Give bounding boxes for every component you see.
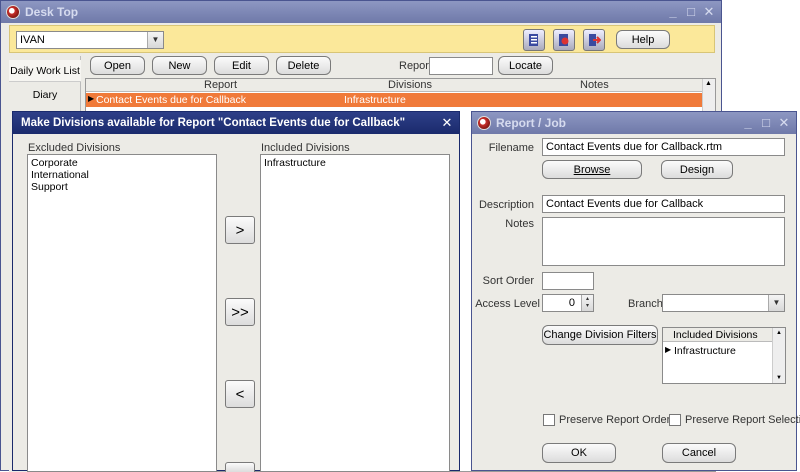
- preserve-report-order-checkbox[interactable]: [543, 414, 555, 426]
- excluded-divisions-list[interactable]: Corporate International Support: [27, 154, 217, 472]
- col-notes[interactable]: Notes: [580, 79, 609, 91]
- sort-order-field[interactable]: [542, 272, 594, 290]
- user-select[interactable]: IVAN ▼: [16, 31, 164, 49]
- row-report: Contact Events due for Callback: [96, 94, 246, 106]
- divisions-dialog: Make Divisions available for Report "Con…: [12, 111, 460, 472]
- col-divisions[interactable]: Divisions: [388, 79, 432, 91]
- chevron-down-icon[interactable]: ▼: [768, 295, 784, 311]
- chevron-down-icon[interactable]: ▼: [147, 32, 163, 48]
- col-report[interactable]: Report: [204, 79, 237, 91]
- report-job-titlebar[interactable]: Report / Job _ □ ✕: [472, 112, 796, 134]
- scroll-up-icon[interactable]: ▲: [705, 80, 712, 87]
- close-icon[interactable]: ✕: [778, 116, 790, 129]
- app-logo-icon: [477, 116, 491, 130]
- notes-field[interactable]: [542, 217, 785, 266]
- spin-icon[interactable]: ▴ ▾: [581, 295, 593, 311]
- list-item[interactable]: Infrastructure: [264, 157, 446, 169]
- preserve-report-selection-checkbox[interactable]: [669, 414, 681, 426]
- list-item[interactable]: Corporate: [31, 157, 213, 169]
- design-button[interactable]: Design: [661, 160, 733, 179]
- report-search-label: Report: [399, 60, 433, 72]
- table-row[interactable]: ▶ Infrastructure: [663, 344, 773, 358]
- divisions-titlebar[interactable]: Make Divisions available for Report "Con…: [13, 112, 459, 134]
- tab-daily-work-list[interactable]: Daily Work List: [9, 60, 81, 82]
- maximize-icon[interactable]: □: [685, 5, 697, 18]
- scroll-down-icon[interactable]: ▼: [776, 375, 782, 381]
- browse-button[interactable]: Browse: [542, 160, 642, 179]
- maximize-icon[interactable]: □: [760, 116, 772, 129]
- report-icon[interactable]: [553, 29, 575, 51]
- app-logo-icon: [6, 5, 20, 19]
- list-item[interactable]: Support: [31, 181, 213, 193]
- divisions-title: Make Divisions available for Report "Con…: [21, 117, 406, 129]
- access-level-label: Access Level: [475, 298, 540, 310]
- move-right-button[interactable]: >: [225, 216, 255, 244]
- minimize-icon[interactable]: _: [742, 116, 754, 129]
- report-job-dialog: Report / Job _ □ ✕ Filename Contact Even…: [471, 111, 800, 471]
- row-divisions: Infrastructure: [344, 94, 406, 106]
- tab-diary[interactable]: Diary: [9, 84, 81, 106]
- description-field[interactable]: Contact Events due for Callback: [542, 195, 785, 213]
- list-item[interactable]: International: [31, 169, 213, 181]
- branch-label: Branch: [628, 298, 663, 310]
- new-button[interactable]: New: [152, 56, 207, 75]
- included-divisions-label: Included Divisions: [261, 142, 350, 154]
- row-pointer-icon: ▶: [665, 345, 672, 354]
- edit-button[interactable]: Edit: [214, 56, 269, 75]
- preserve-report-selection-label: Preserve Report Selection: [685, 414, 800, 426]
- notes-label: Notes: [505, 218, 534, 230]
- close-icon[interactable]: ✕: [441, 116, 453, 129]
- grid-header: Report Divisions Notes: [86, 79, 703, 92]
- included-divisions-header[interactable]: Included Divisions: [663, 328, 773, 342]
- ledger-icon[interactable]: [523, 29, 545, 51]
- locate-button[interactable]: Locate: [498, 56, 553, 75]
- ok-button[interactable]: OK: [542, 443, 616, 463]
- cancel-button[interactable]: Cancel: [662, 443, 736, 463]
- exit-icon[interactable]: [583, 29, 605, 51]
- open-button[interactable]: Open: [90, 56, 145, 75]
- move-left-button[interactable]: <: [225, 380, 255, 408]
- excluded-divisions-label: Excluded Divisions: [28, 142, 121, 154]
- report-search-input[interactable]: [429, 57, 493, 75]
- change-division-filters-button[interactable]: Change Division Filters: [542, 325, 658, 345]
- included-divisions-grid: Included Divisions ▶ Infrastructure ▲ ▼: [662, 327, 786, 384]
- delete-button[interactable]: Delete: [276, 56, 331, 75]
- included-division-item: Infrastructure: [674, 345, 736, 357]
- desktop-title: Desk Top: [25, 5, 79, 19]
- included-divisions-list[interactable]: Infrastructure: [260, 154, 450, 472]
- filename-field[interactable]: Contact Events due for Callback.rtm: [542, 138, 785, 156]
- scroll-up-icon[interactable]: ▲: [776, 330, 782, 336]
- preserve-report-order-label: Preserve Report Order: [559, 414, 671, 426]
- desktop-toolbar: IVAN ▼ Help: [9, 25, 715, 53]
- description-label: Description: [478, 199, 534, 211]
- minimize-icon[interactable]: _: [667, 5, 679, 18]
- row-pointer-icon: ▶: [88, 94, 95, 103]
- access-level-stepper[interactable]: 0 ▴ ▾: [542, 294, 594, 312]
- close-icon[interactable]: ✕: [703, 5, 715, 18]
- table-row[interactable]: ▶ Contact Events due for Callback Infras…: [86, 93, 703, 107]
- branch-select[interactable]: ▼: [662, 294, 785, 312]
- sort-order-label: Sort Order: [482, 275, 534, 287]
- move-all-right-button[interactable]: >>: [225, 298, 255, 326]
- help-button[interactable]: Help: [616, 30, 670, 49]
- report-job-title: Report / Job: [496, 116, 567, 130]
- filename-label: Filename: [488, 142, 534, 154]
- grid-scrollbar[interactable]: ▲ ▼: [772, 328, 785, 383]
- desktop-titlebar[interactable]: Desk Top _ □ ✕: [1, 1, 721, 23]
